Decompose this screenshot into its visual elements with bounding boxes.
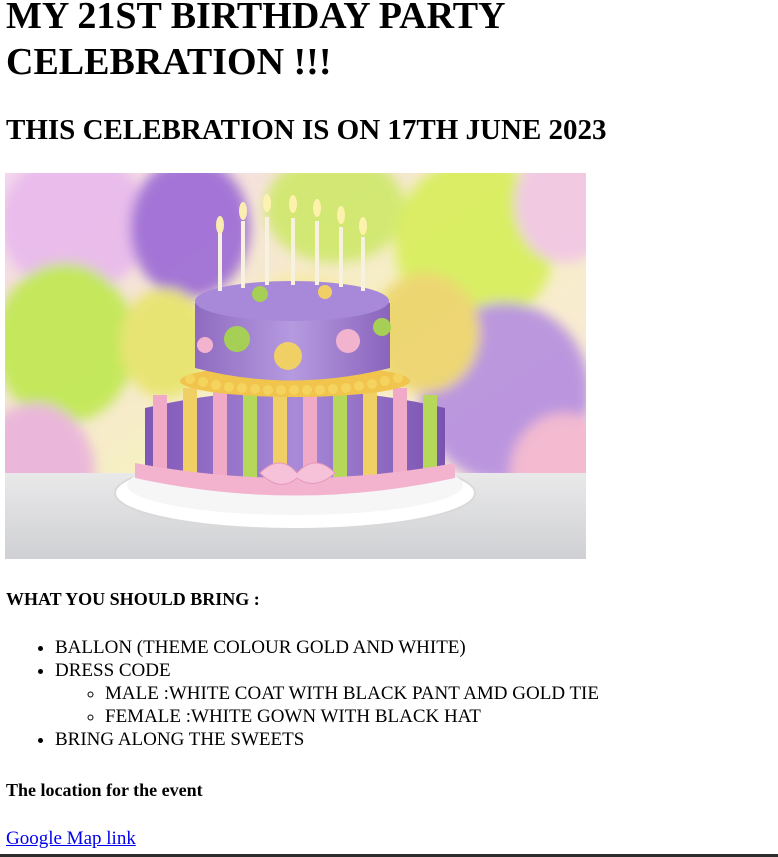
event-date-heading: THIS CELEBRATION IS ON 17TH JUNE 2023 [6, 114, 607, 146]
list-item-dress-code: DRESS CODE MALE :WHITE COAT WITH BLACK P… [55, 659, 599, 728]
bring-list: BALLON (THEME COLOUR GOLD AND WHITE) DRE… [0, 636, 599, 751]
list-item-female-dress: FEMALE :WHITE GOWN WITH BLACK HAT [105, 705, 599, 728]
dress-code-list: MALE :WHITE COAT WITH BLACK PANT AMD GOL… [55, 682, 599, 728]
list-item-balloon: BALLON (THEME COLOUR GOLD AND WHITE) [55, 636, 599, 659]
list-item-male-dress: MALE :WHITE COAT WITH BLACK PANT AMD GOL… [105, 682, 599, 705]
dress-code-label: DRESS CODE [55, 660, 171, 681]
page-title: MY 21ST BIRTHDAY PARTY CELEBRATION !!! [6, 0, 505, 83]
bring-heading: WHAT YOU SHOULD BRING : [6, 589, 260, 609]
google-map-link[interactable]: Google Map link [6, 828, 136, 850]
location-heading: The location for the event [6, 780, 203, 800]
birthday-cake-image [5, 173, 586, 559]
list-item-sweets: BRING ALONG THE SWEETS [55, 728, 599, 751]
page: MY 21ST BIRTHDAY PARTY CELEBRATION !!! T… [0, 0, 778, 857]
